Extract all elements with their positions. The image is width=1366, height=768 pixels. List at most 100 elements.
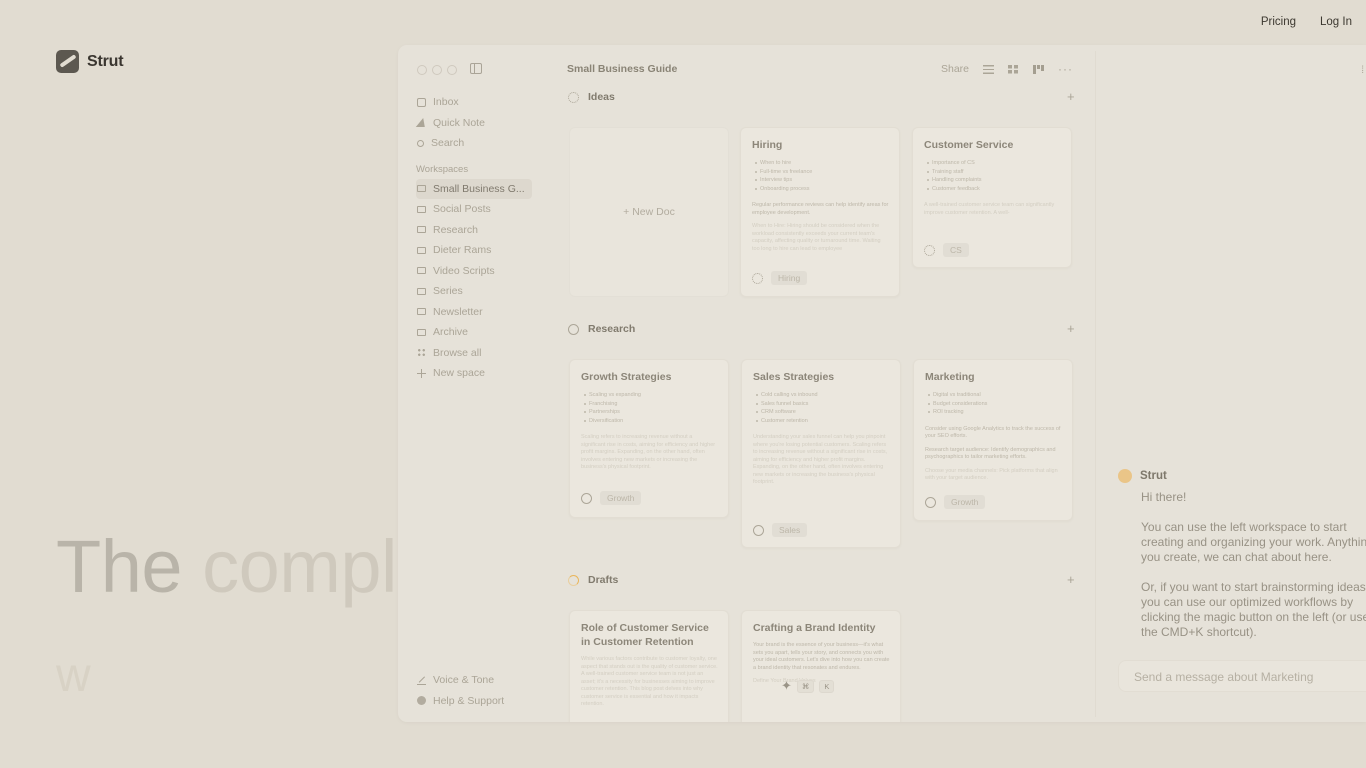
card-excerpt: Consider using Google Analytics to track… <box>925 425 1061 440</box>
sidebar-item-label: Series <box>433 285 463 298</box>
sidebar-bottom: Voice & Tone Help & Support <box>416 670 504 711</box>
sidebar-item-search[interactable]: Search <box>416 133 544 154</box>
workspaces-heading: Workspaces <box>416 163 469 175</box>
bolt-icon <box>415 118 428 128</box>
doc-card-growth-strategies[interactable]: Growth Strategies Scaling vs expanding F… <box>569 359 729 518</box>
chat-line: creating and organizing your work. Anyth… <box>1141 535 1366 549</box>
sidebar-item-series[interactable]: Series <box>416 281 544 302</box>
card-excerpt: When to Hire: Hiring should be considere… <box>752 223 881 252</box>
doc-card-sales-strategies[interactable]: Sales Strategies Cold calling vs inbound… <box>741 359 901 548</box>
bullet-item: When to hire <box>755 159 889 168</box>
sidebar-item-label: Search <box>431 137 465 150</box>
card-excerpt: Understanding your sales funnel can help… <box>753 434 888 485</box>
status-dashed-ring-icon <box>568 91 579 103</box>
card-title: Role of Customer Service in Customer Ret… <box>581 622 709 648</box>
brand-name: Strut <box>87 52 124 70</box>
section-drafts-header[interactable]: Drafts <box>568 574 618 586</box>
pricing-link[interactable]: Pricing <box>1261 16 1296 28</box>
status-ring-icon <box>581 492 592 504</box>
sidebar-item-help-support[interactable]: Help & Support <box>416 691 504 712</box>
magic-button[interactable]: ✦ ⌘ K <box>781 678 835 694</box>
sidebar-item-label: Research <box>433 223 478 236</box>
chat-panel: Strut Hi there! You can use the left wor… <box>1118 469 1366 655</box>
card-bullets: Scaling vs expanding Franchising Partner… <box>584 391 718 425</box>
sidebar-item-label: Browse all <box>433 346 482 359</box>
sidebar-item-new-space[interactable]: New space <box>416 363 544 384</box>
sidebar-item-inbox[interactable]: Inbox <box>416 92 544 113</box>
folder-icon <box>417 287 426 295</box>
add-to-ideas-button[interactable]: + <box>1067 89 1075 104</box>
doc-card-customer-service[interactable]: Customer Service Importance of CS Traini… <box>912 127 1072 268</box>
bullet-item: CRM software <box>756 408 890 417</box>
section-title: Ideas <box>588 91 615 103</box>
bullet-item: Digital vs traditional <box>928 391 1062 400</box>
card-title: Crafting a Brand Identity <box>753 622 876 634</box>
bullet-item: Handling complaints <box>927 176 1061 185</box>
status-dashed-ring-icon <box>752 272 763 284</box>
card-bullets: Importance of CS Training staff Handling… <box>927 159 1061 193</box>
card-tag[interactable]: Sales <box>772 523 808 537</box>
sidebar: Inbox Quick Note Search Workspaces Small… <box>415 92 544 384</box>
card-tag[interactable]: Growth <box>600 491 642 505</box>
card-tag[interactable]: Hiring <box>771 271 808 285</box>
chat-message-input[interactable]: Send a message about Marketing <box>1118 660 1366 692</box>
assistant-name: Strut <box>1140 470 1167 482</box>
list-view-icon[interactable] <box>983 64 995 74</box>
card-tag[interactable]: CS <box>943 243 969 257</box>
section-ideas-header[interactable]: Ideas <box>568 91 615 103</box>
card-excerpt: Research target audience: Identify demog… <box>925 446 1056 461</box>
new-doc-card[interactable]: + New Doc <box>569 127 729 297</box>
card-excerpt: Your brand is the essence of your busine… <box>753 642 890 671</box>
doc-card-brand-identity[interactable]: Crafting a Brand Identity Your brand is … <box>741 610 901 722</box>
card-tag[interactable]: Growth <box>944 495 986 509</box>
sidebar-item-browse-all[interactable]: Browse all <box>416 343 544 364</box>
folder-icon <box>417 267 426 275</box>
chat-pane-toggle-icon[interactable]: ⁞ <box>1361 65 1364 76</box>
sidebar-item-label: Archive <box>433 326 469 339</box>
board-view-icon[interactable] <box>1033 64 1045 74</box>
doc-card-customer-retention[interactable]: Role of Customer Service in Customer Ret… <box>569 610 729 722</box>
sidebar-item-dieter-rams[interactable]: Dieter Rams <box>416 240 544 261</box>
card-excerpt: A well-trained customer service team can… <box>924 202 1055 216</box>
sidebar-toggle-icon[interactable] <box>470 63 482 74</box>
sidebar-item-label: Dieter Rams <box>433 244 492 257</box>
sidebar-item-research[interactable]: Research <box>416 220 544 241</box>
sidebar-item-archive[interactable]: Archive <box>416 322 544 343</box>
status-dashed-ring-icon <box>924 244 935 256</box>
bullet-item: ROI tracking <box>928 408 1062 417</box>
doc-card-marketing[interactable]: Marketing Digital vs traditional Budget … <box>913 359 1073 521</box>
bullet-item: Cold calling vs inbound <box>756 391 890 400</box>
more-options-icon[interactable]: ··· <box>1058 63 1073 75</box>
sidebar-item-social-posts[interactable]: Social Posts <box>416 199 544 220</box>
share-button[interactable]: Share <box>941 63 969 75</box>
close-window-icon[interactable] <box>417 65 427 75</box>
maximize-window-icon[interactable] <box>447 65 457 75</box>
sidebar-item-newsletter[interactable]: Newsletter <box>416 302 544 323</box>
sidebar-item-voice-tone[interactable]: Voice & Tone <box>416 670 504 691</box>
bullet-item: Partnerships <box>584 408 718 417</box>
card-excerpt: Choose your media channels: Pick platfor… <box>925 467 1058 482</box>
app-window: Inbox Quick Note Search Workspaces Small… <box>398 45 1366 722</box>
doc-card-hiring[interactable]: Hiring When to hire Full-time vs freelan… <box>740 127 900 297</box>
card-title: Hiring <box>752 139 783 151</box>
brand-logo[interactable]: Strut <box>56 50 124 73</box>
login-link[interactable]: Log In <box>1320 16 1352 28</box>
card-bullets: Digital vs traditional Budget considerat… <box>928 391 1062 417</box>
shortcut-key-cmd: ⌘ <box>796 679 815 693</box>
card-bullets: When to hire Full-time vs freelance Inte… <box>755 159 889 193</box>
add-to-drafts-button[interactable]: + <box>1067 572 1075 587</box>
sidebar-item-quick-note[interactable]: Quick Note <box>415 113 544 134</box>
sidebar-item-small-business-guide[interactable]: Small Business G... <box>416 178 532 199</box>
chat-line: you can use our optimized workflows by <box>1141 595 1354 609</box>
card-excerpt: While various factors contribute to cust… <box>581 656 718 707</box>
chat-line: clicking the magic button on the left (o… <box>1141 610 1366 624</box>
minimize-window-icon[interactable] <box>432 65 442 75</box>
chat-line: you create, we can chat about here. <box>1141 550 1332 564</box>
grid-view-icon[interactable] <box>1008 64 1020 74</box>
section-research-header[interactable]: Research <box>568 323 635 335</box>
bullet-item: Scaling vs expanding <box>584 391 718 400</box>
chat-header: Strut <box>1118 469 1366 483</box>
sidebar-item-video-scripts[interactable]: Video Scripts <box>416 261 544 282</box>
add-to-research-button[interactable]: + <box>1067 321 1075 336</box>
sidebar-item-label: Voice & Tone <box>433 674 495 687</box>
